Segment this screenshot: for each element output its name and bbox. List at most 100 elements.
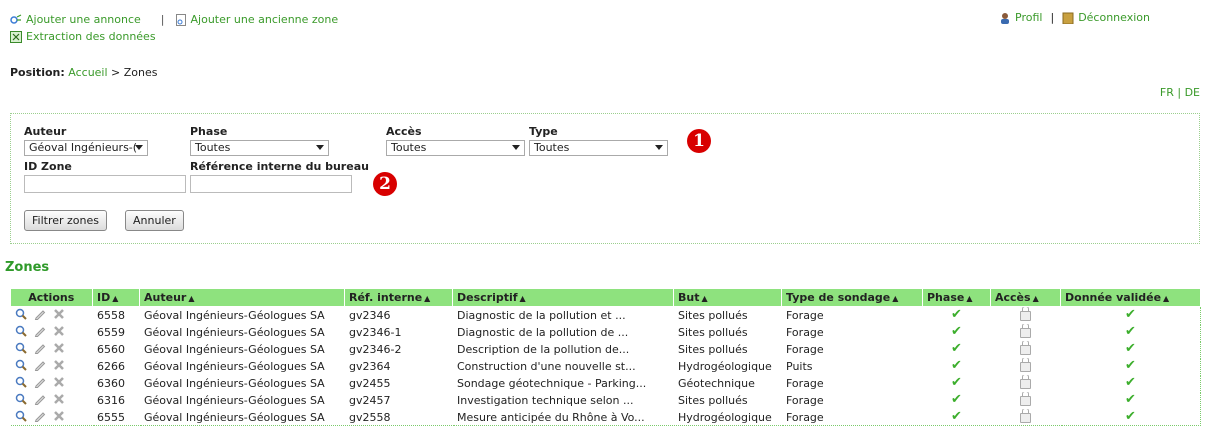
cell-validated: ✔	[1060, 391, 1201, 409]
sort-up-icon: ▲	[188, 294, 195, 303]
cell-type: Forage	[781, 408, 923, 426]
view-icon[interactable]	[15, 342, 27, 357]
add-announcement-link[interactable]: Ajouter une annonce	[26, 11, 141, 28]
phase-select-value: Toutes	[195, 141, 231, 154]
access-select[interactable]: Toutes	[386, 140, 525, 156]
lock-icon	[1020, 409, 1031, 423]
cell-desc: Investigation technique selon ...	[452, 391, 674, 409]
breadcrumb-home-link[interactable]: Accueil	[68, 66, 107, 79]
internal-ref-label: Référence interne du bureau	[190, 160, 369, 173]
table-header-row: Actions ID ▲ Auteur ▲ Réf. interne ▲ Descri…	[10, 289, 1201, 307]
type-select-value: Toutes	[534, 141, 570, 154]
author-select[interactable]: Géoval Ingénieurs-(	[24, 140, 148, 156]
edit-icon[interactable]	[34, 393, 46, 408]
row-actions	[10, 374, 93, 392]
edit-icon[interactable]	[34, 376, 46, 391]
sort-up-icon: ▲	[1032, 294, 1039, 303]
zone-id-input[interactable]	[24, 175, 186, 193]
cell-id: 6558	[92, 306, 140, 324]
col-access-sort[interactable]: Accès ▲	[990, 289, 1061, 307]
col-id-sort[interactable]: ID ▲	[92, 289, 140, 307]
delete-icon[interactable]	[53, 342, 65, 357]
delete-icon[interactable]	[53, 308, 65, 323]
lang-de-link[interactable]: DE	[1185, 86, 1200, 99]
logout-link[interactable]: Déconnexion	[1078, 11, 1150, 24]
user-menu: Profil | Déconnexion	[999, 11, 1150, 24]
checkmark-icon: ✔	[1125, 409, 1136, 424]
row-actions	[10, 323, 93, 341]
edit-icon[interactable]	[34, 342, 46, 357]
sort-up-icon: ▲	[112, 294, 119, 303]
phase-select[interactable]: Toutes	[190, 140, 329, 156]
view-icon[interactable]	[15, 359, 27, 374]
checkmark-icon: ✔	[951, 375, 962, 390]
checkmark-icon: ✔	[1125, 392, 1136, 407]
cell-goal: Hydrogéologique	[673, 357, 782, 375]
breadcrumb-separator: >	[111, 66, 121, 79]
col-author-sort[interactable]: Auteur ▲	[139, 289, 345, 307]
lang-separator: |	[1177, 86, 1182, 99]
view-icon[interactable]	[15, 393, 27, 408]
internal-ref-input[interactable]	[190, 175, 352, 193]
delete-icon[interactable]	[53, 410, 65, 425]
filter-panel: Auteur Géoval Ingénieurs-( Phase Toutes …	[10, 113, 1200, 244]
col-ref-sort[interactable]: Réf. interne ▲	[344, 289, 453, 307]
table-row: 6559 Géoval Ingénieurs-Géologues SA gv2346…	[10, 323, 1201, 341]
view-icon[interactable]	[15, 325, 27, 340]
delete-icon[interactable]	[53, 325, 65, 340]
table-row: 6360 Géoval Ingénieurs-Géologues SA gv2455…	[10, 374, 1201, 392]
type-select[interactable]: Toutes	[529, 140, 668, 156]
cell-author: Géoval Ingénieurs-Géologues SA	[139, 374, 345, 392]
cell-access	[990, 340, 1061, 358]
delete-icon[interactable]	[53, 393, 65, 408]
extraction-link[interactable]: Extraction des données	[26, 28, 156, 45]
add-old-zone-link[interactable]: Ajouter une ancienne zone	[191, 11, 339, 28]
view-icon[interactable]	[15, 376, 27, 391]
profile-link[interactable]: Profil	[1015, 11, 1042, 24]
cell-ref: gv2346-1	[344, 323, 453, 341]
zone-id-label: ID Zone	[24, 160, 72, 173]
cell-access	[990, 391, 1061, 409]
checkmark-icon: ✔	[951, 307, 962, 322]
checkmark-icon: ✔	[1125, 375, 1136, 390]
lock-icon	[1020, 392, 1031, 406]
lang-fr-link[interactable]: FR	[1160, 86, 1174, 99]
cell-desc: Diagnostic de la pollution et ...	[452, 306, 674, 324]
cell-id: 6266	[92, 357, 140, 375]
edit-icon[interactable]	[34, 308, 46, 323]
cell-phase: ✔	[922, 340, 991, 358]
lock-icon	[1020, 358, 1031, 372]
cell-ref: gv2457	[344, 391, 453, 409]
edit-icon[interactable]	[34, 359, 46, 374]
cell-id: 6316	[92, 391, 140, 409]
edit-icon[interactable]	[34, 410, 46, 425]
col-phase-sort[interactable]: Phase ▲	[922, 289, 991, 307]
edit-icon[interactable]	[34, 325, 46, 340]
col-goal-sort[interactable]: But ▲	[673, 289, 782, 307]
col-desc-sort[interactable]: Descriptif ▲	[452, 289, 674, 307]
cell-author: Géoval Ingénieurs-Géologues SA	[139, 306, 345, 324]
cancel-button[interactable]: Annuler	[125, 210, 184, 231]
add-announcement-icon	[10, 13, 22, 26]
cell-goal: Sites pollués	[673, 306, 782, 324]
cell-access	[990, 323, 1061, 341]
annotation-badge-1: 1	[687, 129, 711, 153]
cell-validated: ✔	[1060, 323, 1201, 341]
user-menu-separator: |	[1050, 11, 1055, 24]
cell-desc: Description de la pollution de...	[452, 340, 674, 358]
delete-icon[interactable]	[53, 359, 65, 374]
col-validated-sort[interactable]: Donnée validée ▲	[1060, 289, 1201, 307]
view-icon[interactable]	[15, 308, 27, 323]
delete-icon[interactable]	[53, 376, 65, 391]
cell-type: Forage	[781, 323, 923, 341]
cell-ref: gv2455	[344, 374, 453, 392]
col-type-sort[interactable]: Type de sondage ▲	[781, 289, 923, 307]
author-select-value: Géoval Ingénieurs-(	[29, 141, 138, 154]
filter-zones-button[interactable]: Filtrer zones	[24, 210, 107, 231]
table-row: 6555 Géoval Ingénieurs-Géologues SA gv2558…	[10, 408, 1201, 426]
cell-validated: ✔	[1060, 357, 1201, 375]
sort-up-icon: ▲	[424, 294, 431, 303]
cell-access	[990, 357, 1061, 375]
cell-type: Forage	[781, 374, 923, 392]
view-icon[interactable]	[15, 410, 27, 425]
